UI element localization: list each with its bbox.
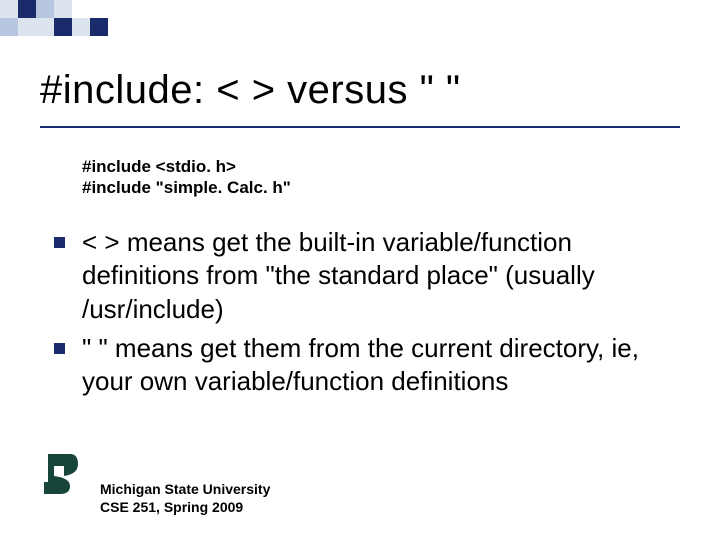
- spartan-logo-icon: [40, 452, 82, 496]
- attribution-line-1: Michigan State University: [100, 480, 270, 498]
- list-item: " " means get them from the current dire…: [54, 332, 684, 399]
- slide-title: #include: < > versus " ": [40, 68, 461, 113]
- bullet-text: < > means get the built-in variable/func…: [82, 227, 595, 324]
- code-line-2: #include "simple. Calc. h": [82, 177, 291, 198]
- attribution: Michigan State University CSE 251, Sprin…: [100, 480, 270, 516]
- decorative-squares: [0, 0, 120, 36]
- attribution-line-2: CSE 251, Spring 2009: [100, 498, 270, 516]
- code-block: #include <stdio. h> #include "simple. Ca…: [82, 156, 291, 199]
- bullet-text: " " means get them from the current dire…: [82, 333, 639, 396]
- list-item: < > means get the built-in variable/func…: [54, 226, 684, 326]
- title-underline: [40, 126, 680, 128]
- slide: #include: < > versus " " #include <stdio…: [0, 0, 720, 540]
- code-line-1: #include <stdio. h>: [82, 156, 291, 177]
- bullet-list: < > means get the built-in variable/func…: [54, 226, 684, 404]
